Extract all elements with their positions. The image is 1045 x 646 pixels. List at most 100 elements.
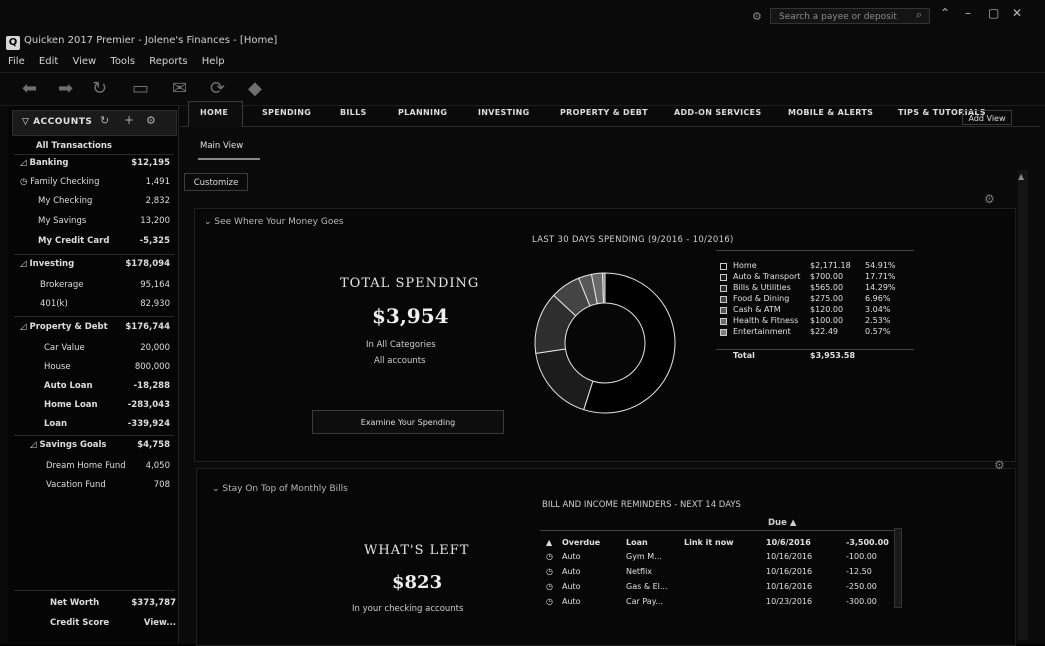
gear-icon[interactable]: ⚙ (994, 458, 1005, 472)
minimize-button[interactable]: – (965, 6, 971, 20)
account-car-value[interactable]: Car Value 20,000 (44, 343, 170, 361)
monitor-icon[interactable]: ▭ (132, 78, 149, 99)
credit-score[interactable]: Credit Score View... (50, 618, 176, 636)
search-input[interactable]: Search a payee or deposit (770, 8, 930, 24)
add-view-button[interactable]: Add View (962, 110, 1012, 125)
legend-row[interactable]: Food & Dining $275.00 6.96% (720, 294, 910, 305)
reminder-row[interactable]: ◷ Auto Netflix 10/16/2016 -12.50 (546, 567, 890, 580)
reminders-scrollbar[interactable] (894, 528, 902, 608)
reminder-row[interactable]: ◷ Auto Car Pay... 10/23/2016 -300.00 (546, 597, 890, 607)
bills-section-title[interactable]: ⌄ Stay On Top of Monthly Bills (212, 484, 348, 494)
tab-spending[interactable]: SPENDING (262, 108, 311, 117)
chat-icon[interactable]: ✉ (172, 78, 187, 99)
donut-slice-auto-transport[interactable] (535, 348, 594, 411)
gear-icon[interactable]: ⚙ (984, 192, 995, 206)
menu-view[interactable]: View (72, 56, 96, 67)
reminder-row[interactable]: ◷ Auto Gas & El... 10/16/2016 -250.00 (546, 582, 890, 595)
group-savings-goals[interactable]: ◿ Savings Goals $4,758 (30, 440, 170, 458)
spending-section-title[interactable]: ⌄ See Where Your Money Goes (204, 217, 344, 227)
chart-title: LAST 30 DAYS SPENDING (9/2016 - 10/2016) (532, 235, 734, 245)
forward-arrow-icon[interactable]: ➡ (58, 78, 73, 99)
window-title: Quicken 2017 Premier - Jolene's Finances… (24, 35, 278, 46)
reminder-row[interactable]: ◷ Auto Gym M... 10/16/2016 -100.00 (546, 552, 890, 565)
settings-icon[interactable]: ⚙ (146, 114, 156, 127)
search-icon[interactable]: ⌕ (916, 8, 922, 22)
tab-home[interactable]: HOME (200, 108, 228, 117)
legend-row[interactable]: Health & Fitness $100.00 2.53% (720, 316, 910, 327)
divider (14, 254, 174, 255)
clock-icon: ◷ (546, 597, 553, 606)
tag-icon[interactable]: ◆ (248, 78, 262, 99)
account-family-checking[interactable]: ◷ Family Checking 1,491 (20, 177, 170, 195)
tab-main-view[interactable]: Main View (200, 141, 243, 151)
divider (14, 154, 174, 155)
spending-legend: Home $2,171.18 54.91% Auto & Transport $700… (716, 250, 914, 350)
menu-tools[interactable]: Tools (110, 56, 135, 67)
divider (14, 435, 174, 436)
maximize-button[interactable]: ▢ (988, 6, 999, 20)
sync-icon[interactable]: ↻ (92, 78, 107, 99)
tab-planning[interactable]: PLANNING (398, 108, 447, 117)
account-401k[interactable]: 401(k) 82,930 (40, 299, 170, 317)
tab-bills[interactable]: BILLS (340, 108, 367, 117)
tab-mobile-alerts[interactable]: MOBILE & ALERTS (788, 108, 873, 117)
add-icon[interactable]: + (124, 113, 134, 127)
legend-row[interactable]: Auto & Transport $700.00 17.71% (720, 272, 910, 283)
legend-total: Total $3,953.58 (733, 351, 856, 360)
account-dream-home-fund[interactable]: Dream Home Fund 4,050 (46, 461, 170, 479)
divider (540, 530, 900, 531)
menu-file[interactable]: File (8, 56, 25, 67)
whats-left-note: In your checking accounts (352, 604, 464, 614)
account-brokerage[interactable]: Brokerage 95,164 (40, 280, 170, 298)
group-investing[interactable]: ◿ Investing $178,094 (20, 259, 170, 277)
net-worth: Net Worth $373,787 (50, 598, 176, 608)
group-banking[interactable]: ◿ Banking $12,195 (20, 158, 170, 176)
legend-row[interactable]: Entertainment $22.49 0.57% (720, 327, 910, 338)
sync-icon[interactable]: ↻ (100, 114, 109, 127)
back-arrow-icon[interactable]: ⬅ (22, 78, 37, 99)
group-property-debt[interactable]: ◿ Property & Debt $176,744 (20, 322, 170, 340)
account-my-checking[interactable]: My Checking 2,832 (38, 196, 170, 214)
accounts-header-label: ▽ ACCOUNTS (22, 117, 93, 127)
account-house[interactable]: House 800,000 (44, 362, 170, 380)
tab-investing[interactable]: INVESTING (478, 108, 530, 117)
legend-row[interactable]: Bills & Utilities $565.00 14.29% (720, 283, 910, 294)
close-button[interactable]: ✕ (1012, 6, 1022, 20)
menu-reports[interactable]: Reports (149, 56, 187, 67)
warning-icon: ▲ (546, 538, 553, 547)
account-vacation-fund[interactable]: Vacation Fund 708 (46, 480, 170, 498)
legend-row[interactable]: Home $2,171.18 54.91% (720, 261, 910, 272)
menu-edit[interactable]: Edit (39, 56, 58, 67)
spending-accounts: All accounts (374, 356, 426, 366)
due-column-header[interactable]: Due ▲ (768, 518, 796, 528)
reminders-title: BILL AND INCOME REMINDERS - NEXT 14 DAYS (542, 500, 741, 510)
clock-icon: ◷ (546, 582, 553, 591)
divider (14, 590, 174, 591)
account-my-credit-card[interactable]: My Credit Card -5,325 (38, 236, 170, 254)
scroll-up-icon[interactable]: ▲ (1018, 172, 1024, 181)
app-logo-icon: Q (6, 36, 20, 50)
total-spending-title: TOTAL SPENDING (340, 276, 480, 291)
tab-property-debt[interactable]: PROPERTY & DEBT (560, 108, 648, 117)
customize-button[interactable]: Customize (184, 173, 248, 191)
account-home-loan[interactable]: Home Loan -283,043 (44, 400, 170, 418)
menu-help[interactable]: Help (202, 56, 225, 67)
divider (14, 316, 174, 317)
tab-add-on-services[interactable]: ADD-ON SERVICES (674, 108, 761, 117)
account-my-savings[interactable]: My Savings 13,200 (38, 216, 170, 234)
examine-spending-button[interactable]: Examine Your Spending (312, 410, 504, 434)
clock-icon: ◷ (546, 552, 553, 561)
gear-icon[interactable]: ⚙ (752, 10, 762, 23)
reminder-row[interactable]: ▲ Overdue Loan Link it now 10/6/2016 -3,500.0… (546, 538, 890, 551)
active-subtab-indicator (198, 158, 260, 160)
menu-bar: File Edit View Tools Reports Help (8, 56, 236, 67)
legend-row[interactable]: Cash & ATM $120.00 3.04% (720, 305, 910, 316)
spending-scope: In All Categories (366, 340, 436, 350)
total-spending-value: $3,954 (372, 304, 449, 328)
account-auto-loan[interactable]: Auto Loan -18,288 (44, 381, 170, 399)
spending-donut-chart[interactable] (530, 268, 680, 418)
scrollbar[interactable] (1018, 170, 1028, 640)
all-transactions[interactable]: All Transactions (36, 141, 166, 159)
chevron-up-icon[interactable]: ⌃ (940, 6, 950, 20)
refresh-icon[interactable]: ⟳ (210, 78, 225, 99)
